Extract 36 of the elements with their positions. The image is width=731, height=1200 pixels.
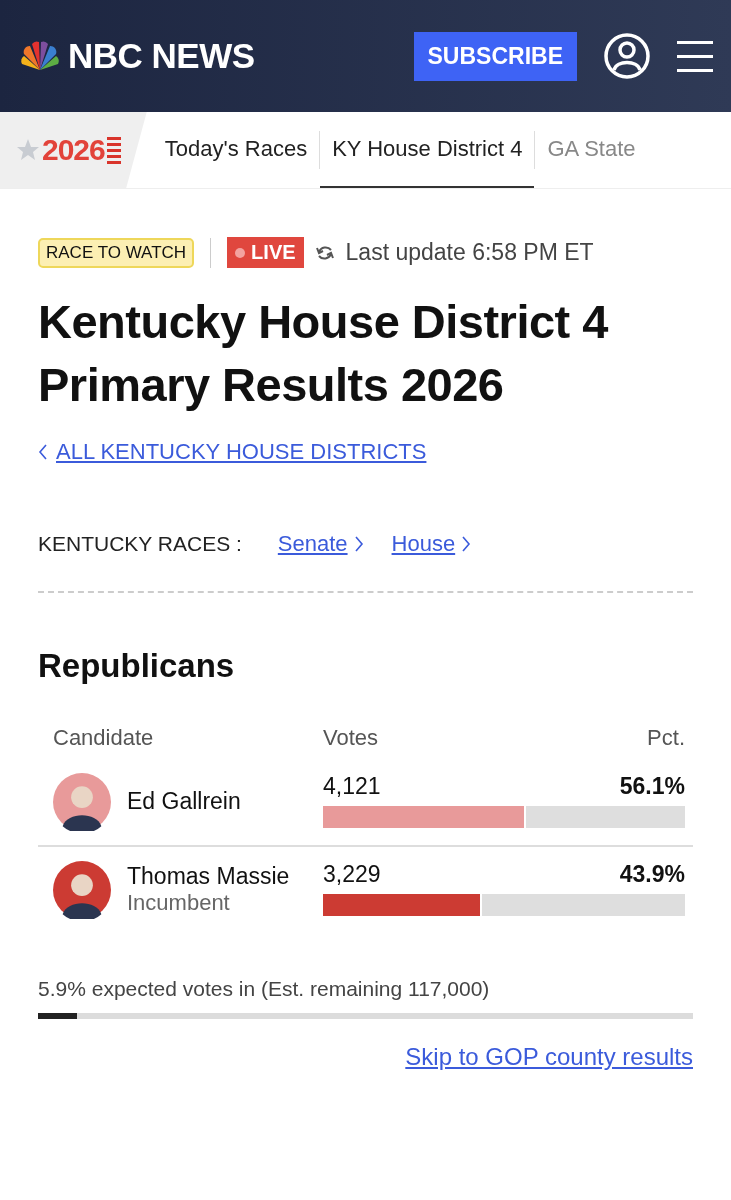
stripes-icon: [106, 136, 121, 164]
race-link[interactable]: Senate: [277, 530, 364, 557]
chevron-right-icon: [353, 534, 364, 553]
last-update-text: Last update 6:58 PM ET: [345, 239, 594, 266]
skip-link[interactable]: Skip to GOP county results: [405, 1042, 693, 1071]
expected-votes-text: 5.9% expected votes in (Est. remaining 117,000): [38, 976, 491, 1001]
brand-name[interactable]: NBC NEWS: [68, 36, 255, 76]
menu-icon: [677, 38, 713, 74]
vote-count: 4,121: [323, 772, 381, 800]
chevron-left-icon: [38, 442, 48, 461]
race-link[interactable]: House: [391, 530, 472, 557]
column-header: Candidate: [53, 724, 155, 751]
races-label: KENTUCKY RACES :: [38, 531, 242, 556]
refresh-icon: [315, 243, 334, 262]
column-header: Votes: [323, 724, 380, 751]
nav-tab[interactable]: KY House District 4: [320, 112, 535, 188]
party-heading: Republicans: [38, 646, 236, 685]
candidate-name: Thomas Massie: [127, 863, 290, 891]
candidate-name: Ed Gallrein: [127, 788, 241, 816]
election-logo[interactable]: 2026: [0, 112, 147, 188]
chevron-right-icon: [461, 534, 472, 553]
race-to-watch-badge: RACE TO WATCH: [38, 237, 195, 268]
peacock-logo-icon: [18, 41, 60, 71]
vote-percent: 43.9%: [619, 860, 685, 888]
page-title: Kentucky House District 4 Primary Results 2026: [38, 294, 609, 414]
back-link[interactable]: ALL KENTUCKY HOUSE DISTRICTS: [38, 438, 693, 465]
account-icon: [603, 32, 651, 80]
vote-percent: 56.1%: [619, 772, 685, 800]
subscribe-button[interactable]: SUBSCRIBE: [413, 31, 577, 81]
column-header: Pct.: [647, 724, 685, 751]
live-badge: LIVE: [227, 237, 304, 268]
nav-tab[interactable]: Today's Races: [152, 112, 320, 188]
vote-count: 3,229: [323, 860, 381, 888]
candidate-note: Incumbent: [127, 890, 231, 917]
star-icon: [16, 138, 40, 162]
nav-tab[interactable]: GA State: [535, 112, 636, 188]
